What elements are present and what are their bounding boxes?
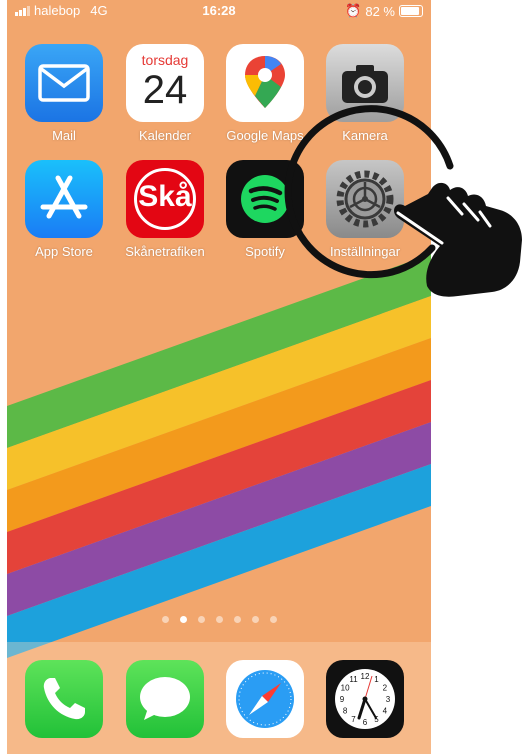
dock-phone[interactable] (19, 660, 109, 738)
mail-icon (25, 44, 103, 122)
app-label: Spotify (245, 244, 285, 259)
clock-number: 4 (383, 707, 388, 716)
page-dot[interactable] (161, 616, 169, 623)
page-indicator[interactable] (7, 616, 431, 623)
app-mail[interactable]: Mail (19, 44, 109, 143)
app-store-icon (25, 160, 103, 238)
page-dot[interactable] (269, 616, 277, 623)
skanetrafiken-icon: Skå (126, 160, 204, 238)
skanetrafiken-logo-text: Skå (138, 180, 192, 213)
safari-compass-icon (226, 660, 304, 738)
app-calendar[interactable]: torsdag 24 Kalender (120, 44, 210, 143)
app-spotify[interactable]: Spotify (220, 160, 310, 259)
google-maps-icon (226, 44, 304, 122)
clock-number: 2 (383, 684, 388, 693)
app-label: Mail (52, 128, 76, 143)
clock-number: 6 (363, 718, 368, 727)
battery-icon (399, 5, 423, 17)
dock: 12 1 2 3 4 5 6 7 8 9 10 11 (7, 642, 431, 754)
dock-safari[interactable] (220, 660, 310, 738)
camera-icon (326, 44, 404, 122)
clock-number: 9 (340, 695, 345, 704)
app-google-maps[interactable]: Google Maps (220, 44, 310, 143)
clock-number: 8 (343, 707, 348, 716)
phone-screen: halebop 4G 16:28 ⏰ 82 % Mail torsdag 24 … (7, 0, 431, 754)
clock-number: 10 (341, 684, 350, 693)
app-label: Kalender (138, 128, 192, 143)
calendar-icon: torsdag 24 (126, 44, 204, 122)
page-dot[interactable] (215, 616, 223, 623)
clock-number: 11 (349, 675, 358, 684)
app-settings[interactable]: Inställningar (320, 160, 410, 259)
app-label: App Store (35, 244, 93, 259)
app-skanetrafiken[interactable]: Skå Skånetrafiken (120, 160, 210, 259)
page-dot[interactable] (251, 616, 259, 623)
page-dot[interactable] (197, 616, 205, 623)
status-bar: halebop 4G 16:28 ⏰ 82 % (7, 0, 431, 22)
alarm-icon: ⏰ (345, 3, 362, 18)
clock-number: 1 (374, 675, 379, 684)
spotify-icon (226, 160, 304, 238)
clock-icon: 12 1 2 3 4 5 6 7 8 9 10 11 (326, 660, 404, 738)
app-label: Inställningar (329, 244, 401, 259)
clock-number: 3 (386, 695, 391, 704)
clock-number: 7 (351, 715, 356, 724)
app-label: Google Maps (226, 128, 304, 143)
app-label: Skånetrafiken (125, 244, 205, 259)
page-dot[interactable] (179, 616, 187, 623)
app-camera[interactable]: Kamera (320, 44, 410, 143)
settings-gear-icon (326, 160, 404, 238)
clock-number: 12 (361, 672, 370, 681)
app-app-store[interactable]: App Store (19, 160, 109, 259)
dock-clock[interactable]: 12 1 2 3 4 5 6 7 8 9 10 11 (320, 660, 410, 738)
app-label: Kamera (342, 128, 388, 143)
dock-messages[interactable] (120, 660, 210, 738)
messages-icon (126, 660, 204, 738)
calendar-day: 24 (142, 68, 188, 112)
calendar-weekday: torsdag (141, 52, 189, 68)
page-dot[interactable] (233, 616, 241, 623)
battery-percent: 82 % (365, 3, 395, 19)
status-right: ⏰ 82 % (345, 3, 423, 19)
phone-icon (25, 660, 103, 738)
